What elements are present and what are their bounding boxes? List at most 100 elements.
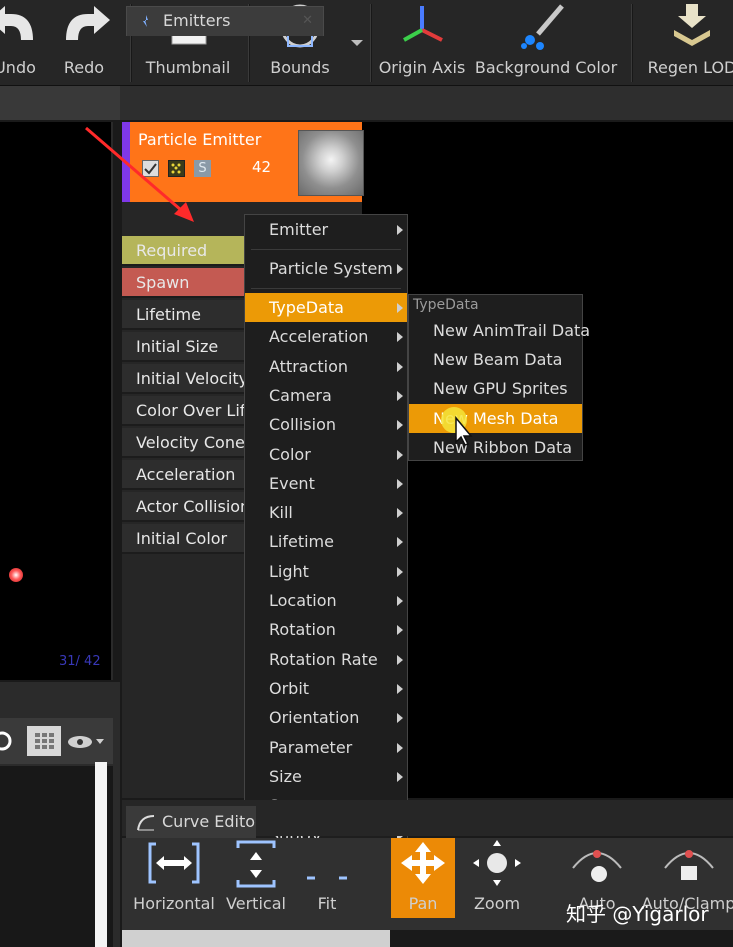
- tab-curve-editor[interactable]: Curve Edito: [126, 806, 256, 838]
- menu-item-label: Light: [269, 562, 309, 581]
- menu-item-label: Parameter: [269, 738, 353, 757]
- menu-item[interactable]: Orientation: [245, 703, 407, 732]
- curve-editor-scrollbar[interactable]: [122, 930, 390, 947]
- emitter-tab-icon: [143, 15, 148, 27]
- menu-divider: [251, 288, 401, 289]
- submenu-arrow-icon: [397, 479, 403, 489]
- regen-lod-icon: [662, 0, 722, 54]
- module-item[interactable]: Actor Collision: [122, 492, 244, 522]
- pan-icon: [395, 838, 451, 888]
- submenu-arrow-icon: [397, 332, 403, 342]
- fit-vertical-icon: [228, 838, 284, 888]
- module-item[interactable]: Velocity Cone: [122, 428, 244, 458]
- module-item[interactable]: Required: [122, 236, 244, 266]
- menu-item[interactable]: Light: [245, 557, 407, 586]
- origin-axis-button[interactable]: Origin Axis: [379, 0, 465, 86]
- panel-tab-row: [0, 86, 733, 120]
- lock-icon[interactable]: [0, 730, 14, 752]
- menu-item-label: TypeData: [269, 298, 344, 317]
- module-item[interactable]: Acceleration: [122, 460, 244, 490]
- menu-item-label: Color: [269, 445, 311, 464]
- eye-icon[interactable]: [66, 732, 108, 752]
- module-item[interactable]: Initial Color: [122, 524, 244, 554]
- submenu-arrow-icon: [397, 264, 403, 274]
- submenu-item[interactable]: New Mesh Data: [409, 404, 582, 433]
- menu-item[interactable]: Color: [245, 440, 407, 469]
- menu-item[interactable]: Collision: [245, 410, 407, 439]
- submenu-arrow-icon: [397, 772, 403, 782]
- fit-icon: [299, 838, 355, 888]
- menu-item[interactable]: Acceleration: [245, 322, 407, 351]
- menu-item[interactable]: Lifetime: [245, 527, 407, 556]
- typedata-submenu: TypeData New AnimTrail Data New Beam Data…: [408, 294, 590, 462]
- watermark: 知乎 @Yigarlor: [566, 902, 709, 926]
- context-menu: Emitter Particle System TypeData Accelerati…: [244, 214, 408, 881]
- undo-icon: [0, 0, 45, 54]
- menu-item-label: Particle System: [269, 259, 393, 278]
- grid-view-button[interactable]: [27, 726, 61, 756]
- auto-tangent-icon: [569, 838, 625, 888]
- zoom-icon: [469, 838, 525, 888]
- menu-item-label: Lifetime: [269, 532, 334, 551]
- module-item[interactable]: Lifetime: [122, 300, 244, 330]
- menu-item[interactable]: Size: [245, 762, 407, 791]
- menu-item-label: Emitter: [269, 220, 329, 239]
- horizontal-button[interactable]: Horizontal: [133, 838, 215, 920]
- menu-item[interactable]: Event: [245, 469, 407, 498]
- submenu-item[interactable]: New AnimTrail Data: [409, 316, 590, 345]
- menu-item[interactable]: Attraction: [245, 352, 407, 381]
- menu-item-label: Orbit: [269, 679, 310, 698]
- menu-item[interactable]: Rotation Rate: [245, 645, 407, 674]
- menu-item[interactable]: Particle System: [245, 254, 407, 283]
- submenu-arrow-icon: [397, 225, 403, 235]
- properties-toolbar: [0, 718, 113, 764]
- menu-item[interactable]: Camera: [245, 381, 407, 410]
- bounds-dropdown-icon[interactable]: [351, 40, 363, 46]
- fit-button[interactable]: Fit: [300, 838, 354, 920]
- submenu-arrow-icon: [397, 537, 403, 547]
- menu-item[interactable]: TypeData: [245, 293, 407, 322]
- submenu-arrow-icon: [397, 508, 403, 518]
- undo-button[interactable]: Undo: [0, 0, 48, 86]
- submenu-arrow-icon: [397, 596, 403, 606]
- eyedropper-icon: [516, 0, 576, 54]
- redo-button[interactable]: Redo: [54, 0, 114, 86]
- menu-item[interactable]: Location: [245, 586, 407, 615]
- submenu-arrow-icon: [397, 713, 403, 723]
- auto-clamped-icon: [661, 838, 717, 888]
- submenu-arrow-icon: [397, 625, 403, 635]
- menu-item[interactable]: Rotation: [245, 615, 407, 644]
- main-toolbar: Undo Redo Thumbnail Bounds Origin Axis B…: [0, 0, 733, 86]
- properties-scrollbar[interactable]: [95, 762, 107, 947]
- menu-item-label: Kill: [269, 503, 293, 522]
- regen-lod-button[interactable]: Regen LOD: [648, 0, 733, 86]
- tab-emitters[interactable]: Emitters ✕: [126, 6, 324, 36]
- submenu-arrow-icon: [397, 655, 403, 665]
- menu-item[interactable]: Parameter: [245, 733, 407, 762]
- module-item[interactable]: Initial Size: [122, 332, 244, 362]
- module-item[interactable]: Spawn: [122, 268, 244, 298]
- menu-item-label: Size: [269, 767, 302, 786]
- zoom-button[interactable]: Zoom: [468, 838, 526, 920]
- menu-item[interactable]: Kill: [245, 498, 407, 527]
- menu-item-label: Acceleration: [269, 327, 369, 346]
- module-item[interactable]: Initial Velocity: [122, 364, 244, 394]
- submenu-item[interactable]: New GPU Sprites: [409, 374, 582, 403]
- module-item[interactable]: Color Over Life: [122, 396, 244, 426]
- pan-button[interactable]: Pan: [391, 838, 455, 918]
- menu-item[interactable]: Emitter: [245, 215, 407, 244]
- menu-item[interactable]: Orbit: [245, 674, 407, 703]
- menu-item-label: Attraction: [269, 357, 349, 376]
- vertical-button[interactable]: Vertical: [222, 838, 290, 920]
- submenu-arrow-icon: [397, 450, 403, 460]
- mouse-cursor-icon: [441, 407, 473, 446]
- background-color-button[interactable]: Background Color: [475, 0, 617, 86]
- particle-count: 31/ 42: [59, 654, 101, 669]
- emitter-thumbnail: [298, 130, 364, 196]
- particle-dot: [9, 568, 23, 582]
- submenu-item[interactable]: New Beam Data: [409, 345, 582, 374]
- submenu-item[interactable]: New Ribbon Data: [409, 433, 582, 462]
- close-tab-icon[interactable]: ✕: [302, 13, 313, 28]
- curve-icon: [137, 815, 155, 831]
- menu-item-label: Camera: [269, 386, 332, 405]
